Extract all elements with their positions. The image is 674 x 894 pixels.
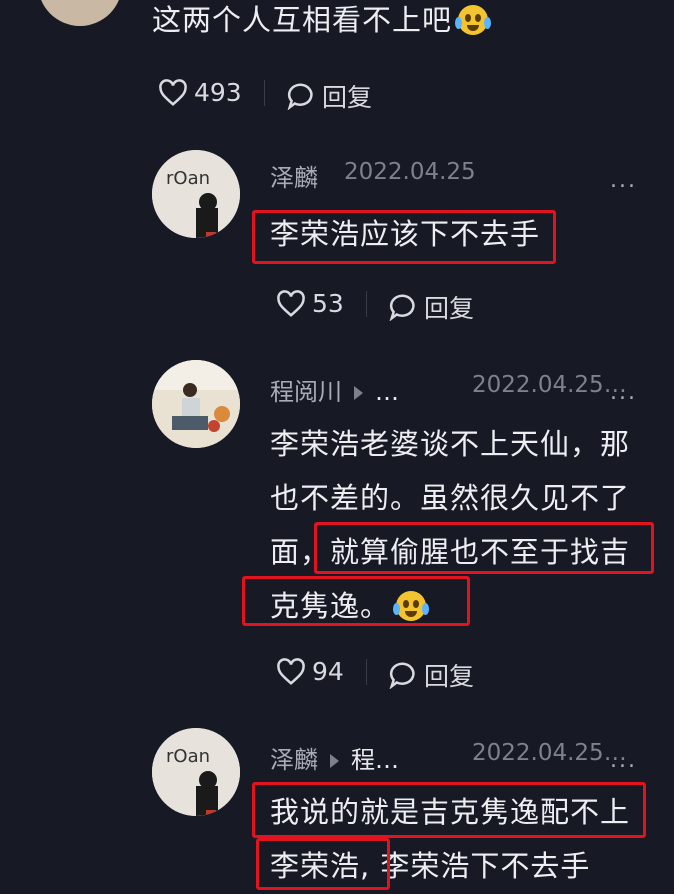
reply-1-like-button[interactable]: 53 — [276, 289, 344, 318]
action-divider — [366, 291, 367, 317]
action-divider — [366, 659, 367, 685]
reply-2-line: 也不差的。虽然很久见不了 — [270, 481, 631, 515]
reply-2-target[interactable]: … — [375, 378, 399, 406]
reply-3-username[interactable]: 泽麟 程… — [270, 740, 399, 775]
avatar-reply-3[interactable]: rOan — [152, 728, 240, 816]
reply-2-user[interactable]: 程阅川 — [270, 378, 342, 406]
avatar-image — [152, 360, 240, 448]
heart-icon — [277, 657, 305, 685]
avatar-reply-1[interactable]: rOan — [152, 150, 240, 238]
reply-3-user[interactable]: 泽麟 — [270, 746, 318, 774]
reply-2-line: 李荣浩老婆谈不上天仙，那 — [270, 427, 631, 461]
reply-label: 回复 — [424, 662, 475, 691]
highlight-box — [314, 522, 654, 574]
reply-3-more-button[interactable]: ... — [610, 748, 637, 773]
reply-button[interactable]: 回复 — [286, 78, 372, 114]
crying-laughing-emoji-icon — [455, 5, 492, 35]
reply-label: 回复 — [322, 83, 373, 112]
svg-text:rOan: rOan — [166, 168, 210, 189]
highlight-box — [256, 838, 390, 890]
avatar-image: rOan — [152, 728, 240, 816]
like-count: 493 — [194, 78, 242, 107]
avatar-top-comment[interactable] — [38, 0, 122, 26]
avatar-reply-2[interactable] — [152, 360, 240, 448]
avatar-image: rOan — [152, 150, 240, 238]
highlight-box — [242, 576, 470, 626]
top-comment-text: 这两个人互相看不上吧 — [152, 0, 492, 46]
heart-icon — [159, 78, 187, 106]
reply-3-fragment: 李荣浩下不去手 — [370, 849, 591, 883]
reply-2-reply-button[interactable]: 回复 — [388, 657, 474, 693]
like-button[interactable]: 493 — [158, 78, 242, 107]
heart-icon — [277, 289, 305, 317]
reply-3-target[interactable]: 程… — [351, 746, 399, 774]
reply-2-username[interactable]: 程阅川 … — [270, 372, 399, 407]
reply-1-username[interactable]: 泽麟 — [270, 158, 318, 193]
comment-bubble-icon — [389, 662, 415, 689]
reply-1-reply-button[interactable]: 回复 — [388, 289, 474, 325]
highlight-box — [252, 782, 646, 838]
reply-2-like-button[interactable]: 94 — [276, 657, 344, 686]
svg-text:rOan: rOan — [166, 746, 210, 767]
reply-arrow-icon — [330, 754, 339, 768]
reply-2-more-button[interactable]: ... — [610, 380, 637, 405]
reply-3-date: 2022.04.25… — [472, 740, 627, 766]
reply-arrow-icon — [354, 386, 363, 400]
reply-1-more-button[interactable]: ... — [610, 168, 637, 193]
top-comment-body: 这两个人互相看不上吧 — [152, 3, 453, 37]
highlight-box — [252, 210, 556, 264]
comment-bubble-icon — [287, 83, 313, 110]
reply-2-date: 2022.04.25… — [472, 372, 627, 398]
reply-1-date: 2022.04.25 — [344, 159, 476, 185]
like-count: 94 — [312, 657, 344, 686]
like-count: 53 — [312, 289, 344, 318]
action-divider — [264, 80, 265, 106]
comment-bubble-icon — [389, 294, 415, 321]
reply-label: 回复 — [424, 294, 475, 323]
